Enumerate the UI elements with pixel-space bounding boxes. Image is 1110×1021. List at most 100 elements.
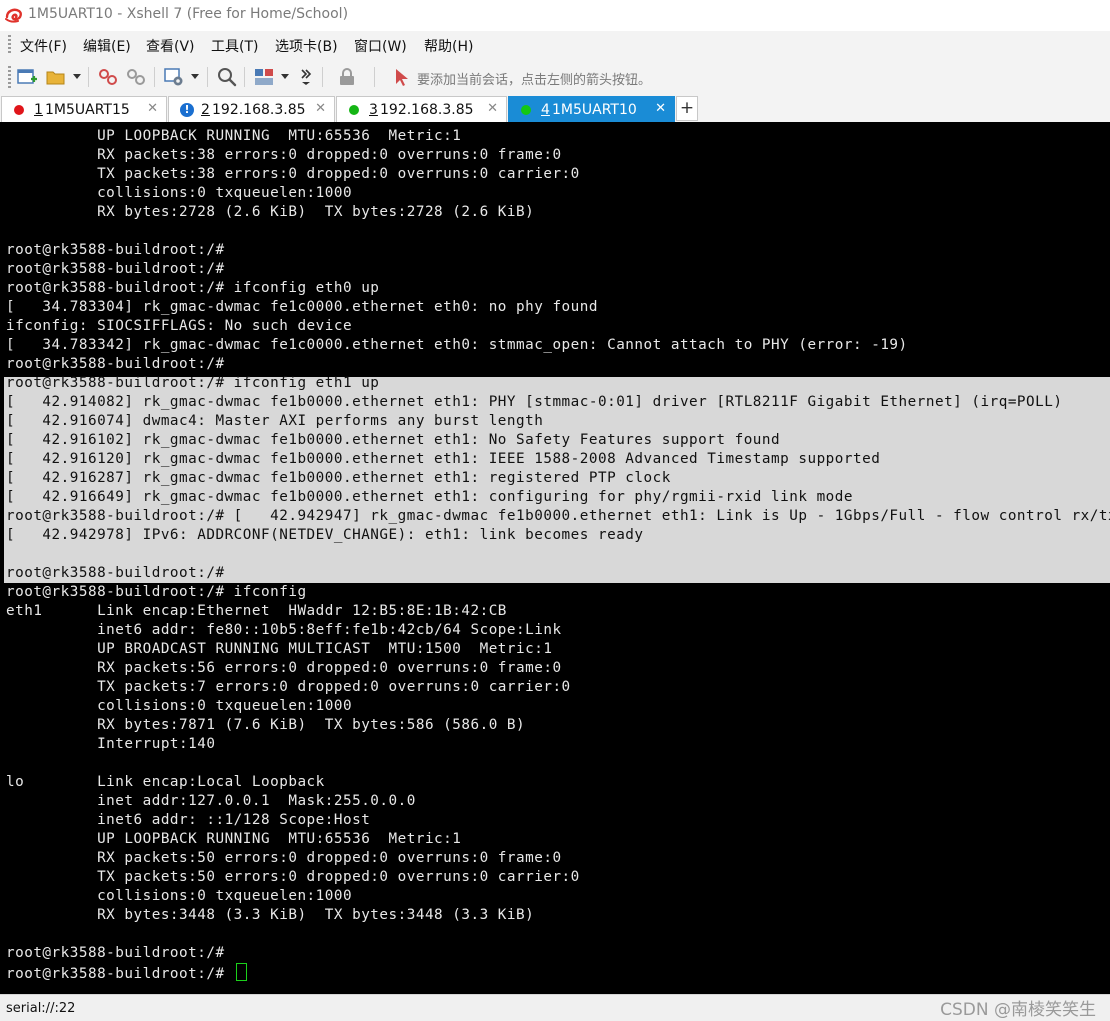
terminal-line: [ 34.783304] rk_gmac-dwmac fe1c0000.ethe… [6,299,598,315]
open-dropdown-icon[interactable] [73,74,81,79]
terminal-line: ifconfig: SIOCSIFFLAGS: No such device [6,318,353,334]
terminal-line: UP LOOPBACK RUNNING MTU:65536 Metric:1 [6,831,462,847]
toolbar-divider [374,67,375,87]
disconnect-icon[interactable] [125,66,147,88]
tab-label: 192.168.3.85 [380,102,474,118]
terminal-line: [ 42.916074] dwmac4: Master AXI performs… [6,413,544,429]
terminal-line: root@rk3588-buildroot:/# [6,565,225,581]
terminal-line: root@rk3588-buildroot:/# ifconfig [6,584,307,600]
tab-number: 4 [541,102,550,118]
tab-session-4[interactable]: 4 1M5UART10 ✕ [508,96,675,122]
session-tab-bar: 1 1M5UART15 ✕ ! 2 192.168.3.85 ✕ 3 192.1… [0,95,1110,122]
layout-icon[interactable] [253,66,275,88]
more-options-icon[interactable] [295,66,317,88]
menu-help[interactable]: 帮助(H) [424,36,473,56]
window-title: 1M5UART10 - Xshell 7 (Free for Home/Scho… [28,6,349,22]
terminal-line: inet6 addr: fe80::10b5:8eff:fe1b:42cb/64… [6,622,562,638]
menu-window[interactable]: 窗口(W) [354,36,407,56]
info-status-icon: ! [180,103,194,117]
lock-icon[interactable] [336,66,358,88]
terminal-line: inet6 addr: ::1/128 Scope:Host [6,812,371,828]
terminal-line: RX packets:50 errors:0 dropped:0 overrun… [6,850,562,866]
terminal-line: RX bytes:7871 (7.6 KiB) TX bytes:586 (58… [6,717,526,733]
watermark: CSDN @南棱笑笑生 [940,1000,1096,1020]
terminal-line: [ 42.916649] rk_gmac-dwmac fe1b0000.ethe… [6,489,853,505]
terminal-line: inet addr:127.0.0.1 Mask:255.0.0.0 [6,793,416,809]
tab-session-2[interactable]: ! 2 192.168.3.85 ✕ [168,96,335,122]
menu-tools[interactable]: 工具(T) [211,36,258,56]
terminal-line: root@rk3588-buildroot:/# [6,356,225,372]
add-session-hint: 要添加当前会话，点击左侧的箭头按钮。 [417,73,652,88]
tab-close-icon[interactable]: ✕ [147,101,158,116]
session-settings-icon[interactable] [163,66,185,88]
menu-tabs[interactable]: 选项卡(B) [275,36,338,56]
connected-status-icon [521,105,531,115]
tab-number: 1 [34,102,43,118]
terminal-line: [ 34.783342] rk_gmac-dwmac fe1c0000.ethe… [6,337,908,353]
terminal-line: [ 42.916120] rk_gmac-dwmac fe1b0000.ethe… [6,451,881,467]
menu-file[interactable]: 文件(F) [20,36,67,56]
terminal-lines: UP LOOPBACK RUNNING MTU:65536 Metric:1 R… [6,127,1110,982]
new-session-icon[interactable] [16,66,38,88]
connection-status: serial://:22 [6,1001,76,1016]
connect-icon[interactable] [97,66,119,88]
terminal-line: Interrupt:140 [6,736,216,752]
menu-bar: 文件(F) 编辑(E) 查看(V) 工具(T) 选项卡(B) 窗口(W) 帮助(… [0,31,1110,58]
terminal-line: RX bytes:2728 (2.6 KiB) TX bytes:2728 (2… [6,204,535,220]
toolbar-divider [88,67,89,87]
tab-close-icon[interactable]: ✕ [655,101,666,116]
tab-close-icon[interactable]: ✕ [487,101,498,116]
tab-close-icon[interactable]: ✕ [315,101,326,116]
terminal-line: [ 42.916287] rk_gmac-dwmac fe1b0000.ethe… [6,470,671,486]
toolbar-grip-icon [8,66,11,88]
terminal-line: TX packets:50 errors:0 dropped:0 overrun… [6,869,580,885]
add-tab-button[interactable]: + [676,96,698,121]
terminal-line: RX packets:38 errors:0 dropped:0 overrun… [6,147,562,163]
terminal-line: collisions:0 txqueuelen:1000 [6,185,353,201]
layout-dropdown-icon[interactable] [281,74,289,79]
terminal-line: lo Link encap:Local Loopback [6,774,325,790]
search-icon[interactable] [216,66,238,88]
connected-status-icon [349,105,359,115]
title-bar: 1M5UART10 - Xshell 7 (Free for Home/Scho… [0,0,1110,31]
terminal-line: RX bytes:3448 (3.3 KiB) TX bytes:3448 (3… [6,907,535,923]
terminal-line: root@rk3588-buildroot:/# [6,261,225,277]
tab-number: 3 [369,102,378,118]
xshell-logo-icon [5,8,22,23]
tab-label: 1M5UART15 [45,102,130,118]
tab-label: 192.168.3.85 [212,102,306,118]
terminal-line: UP BROADCAST RUNNING MULTICAST MTU:1500 … [6,641,553,657]
toolbar-divider [207,67,208,87]
terminal-line: root@rk3588-buildroot:/# ifconfig eth1 u… [6,375,380,391]
terminal-line: root@rk3588-buildroot:/# [6,242,225,258]
terminal-line: [ 42.916102] rk_gmac-dwmac fe1b0000.ethe… [6,432,781,448]
settings-dropdown-icon[interactable] [191,74,199,79]
tab-session-3[interactable]: 3 192.168.3.85 ✕ [336,96,507,122]
status-bar: serial://:22 CSDN @南棱笑笑生 [0,994,1110,1021]
toolbar-divider [154,67,155,87]
terminal-line: eth1 Link encap:Ethernet HWaddr 12:B5:8E… [6,603,507,619]
terminal-line: [ 42.914082] rk_gmac-dwmac fe1b0000.ethe… [6,394,1063,410]
tab-number: 2 [201,102,210,118]
terminal-line: root@rk3588-buildroot:/# [ 42.942947] rk… [6,508,1110,524]
disconnected-status-icon [14,105,24,115]
menu-edit[interactable]: 编辑(E) [83,36,131,56]
terminal-line: TX packets:38 errors:0 dropped:0 overrun… [6,166,580,182]
add-session-arrow-icon[interactable] [391,66,413,88]
terminal-output[interactable]: UP LOOPBACK RUNNING MTU:65536 Metric:1 R… [0,122,1110,994]
terminal-line: root@rk3588-buildroot:/# [6,963,1110,982]
menu-grip-icon [8,35,11,55]
terminal-cursor [235,963,247,981]
open-folder-icon[interactable] [45,66,67,88]
tab-session-1[interactable]: 1 1M5UART15 ✕ [1,96,167,122]
terminal-line: RX packets:56 errors:0 dropped:0 overrun… [6,660,562,676]
terminal-line: UP LOOPBACK RUNNING MTU:65536 Metric:1 [6,128,462,144]
toolbar: 要添加当前会话，点击左侧的箭头按钮。 [0,58,1110,95]
menu-view[interactable]: 查看(V) [146,36,195,56]
toolbar-divider [244,67,245,87]
toolbar-divider [322,67,323,87]
